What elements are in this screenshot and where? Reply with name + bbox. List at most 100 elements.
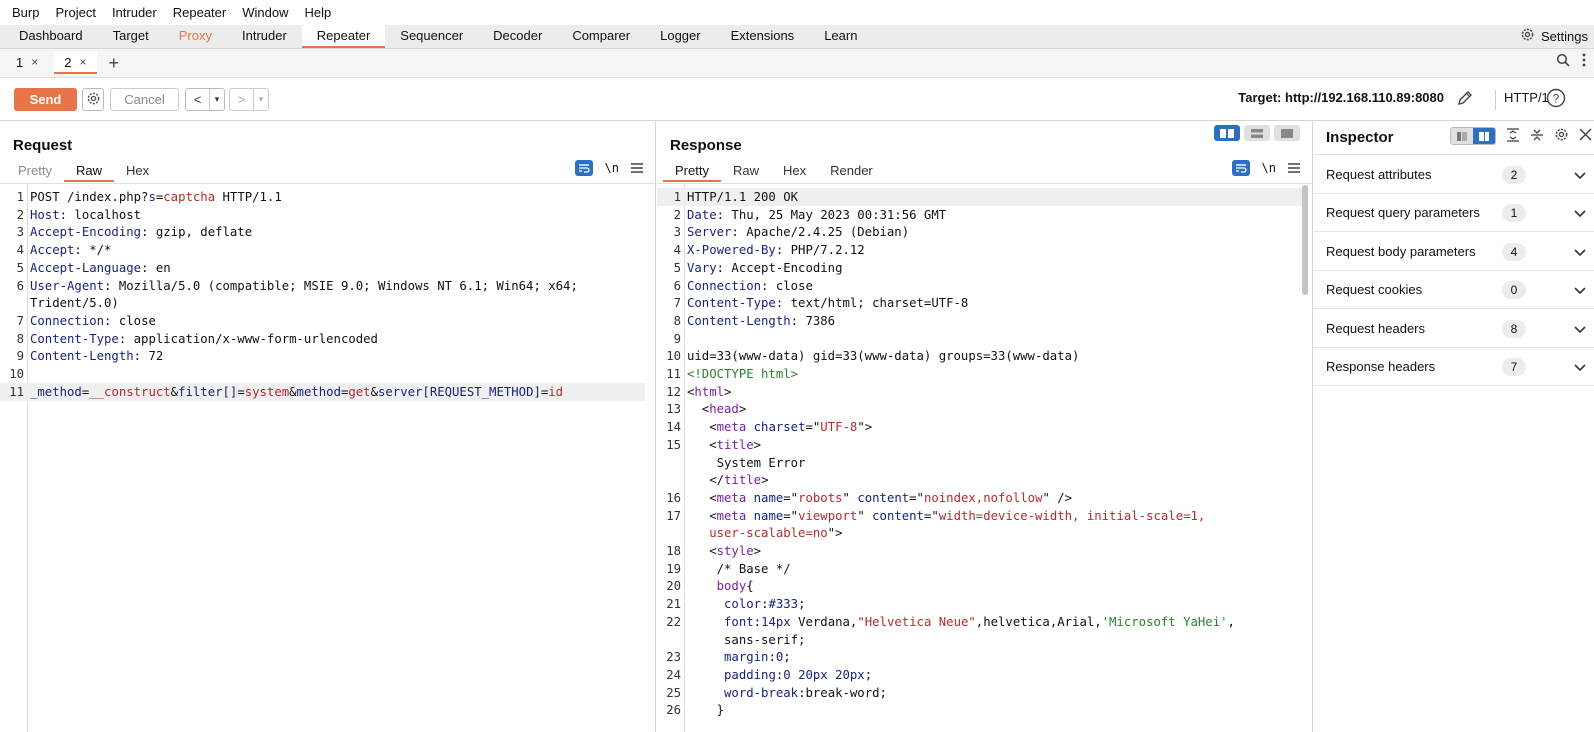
request-tab-hex[interactable]: Hex <box>114 160 161 182</box>
code-token: : close <box>761 278 813 293</box>
http-version-label[interactable]: HTTP/1 <box>1495 90 1549 110</box>
code-token: < <box>687 544 717 558</box>
code-token: color <box>724 597 762 612</box>
chevron-down-icon[interactable]: ▾ <box>254 89 268 110</box>
more-vertical-icon[interactable] <box>1582 53 1586 70</box>
line-number: 14 <box>666 420 681 435</box>
code-token: filter[] <box>178 384 238 399</box>
tab-comparer[interactable]: Comparer <box>557 25 645 48</box>
collapse-all-icon[interactable] <box>1530 128 1544 145</box>
code-token: HTTP/1.1 200 OK <box>687 190 799 204</box>
code-token: =" <box>909 490 924 505</box>
tab-target[interactable]: Target <box>98 25 164 48</box>
request-editor[interactable]: 1 POST /index.php?s=captcha HTTP/1.1 2 Host… <box>0 183 655 732</box>
menu-repeater[interactable]: Repeater <box>165 0 234 25</box>
code-text: Connection: close <box>687 277 813 295</box>
forward-arrow-icon: > <box>230 89 254 110</box>
list-layout-icon[interactable] <box>1451 128 1473 144</box>
forward-button[interactable]: > ▾ <box>229 88 269 111</box>
code-token: margin <box>724 650 769 665</box>
inspector-tools <box>1450 127 1592 145</box>
response-tab-render[interactable]: Render <box>818 160 885 182</box>
side-by-side-layout-icon[interactable] <box>1214 125 1240 141</box>
send-button[interactable]: Send <box>14 88 77 111</box>
repeater-tab-1[interactable]: 1 × <box>6 52 48 74</box>
add-tab-icon[interactable]: + <box>109 53 120 73</box>
response-tab-hex[interactable]: Hex <box>771 160 818 182</box>
repeater-tab-2[interactable]: 2 × <box>54 52 97 74</box>
help-icon[interactable]: ? <box>1546 88 1566 111</box>
repeater-tabs: 1 × 2 × + <box>0 49 1594 78</box>
chevron-down-icon[interactable] <box>1574 283 1586 298</box>
tab-repeater[interactable]: Repeater <box>301 25 386 48</box>
inspector-section-request-headers[interactable]: Request headers 8 <box>1314 310 1594 348</box>
chevron-down-icon[interactable]: ▾ <box>210 89 224 110</box>
inspector-section-request-cookies[interactable]: Request cookies 0 <box>1314 271 1594 310</box>
settings-button[interactable]: Settings <box>1520 25 1588 47</box>
code-line: 13 <head> <box>657 400 1302 418</box>
menu-project[interactable]: Project <box>47 0 103 25</box>
expand-all-icon[interactable] <box>1506 127 1520 145</box>
tab-intruder[interactable]: Intruder <box>227 25 302 48</box>
show-newlines-button[interactable]: \n <box>1262 161 1276 175</box>
tab-learn[interactable]: Learn <box>809 25 872 48</box>
response-editor[interactable]: 1 HTTP/1.1 200 OK 2 Date: Thu, 25 May 2023 … <box>657 183 1312 732</box>
top-bottom-layout-icon[interactable] <box>1244 125 1270 141</box>
search-icon[interactable] <box>1556 53 1570 70</box>
close-icon[interactable]: × <box>31 55 38 69</box>
close-icon[interactable] <box>1579 128 1592 144</box>
chevron-down-icon[interactable] <box>1574 360 1586 375</box>
count-badge: 0 <box>1502 281 1526 300</box>
menu-icon[interactable] <box>631 161 643 176</box>
request-tab-raw[interactable]: Raw <box>63 160 114 182</box>
tab-proxy[interactable]: Proxy <box>164 25 227 48</box>
inspector-section-request-query-parameters[interactable]: Request query parameters 1 <box>1314 194 1594 233</box>
tab-dashboard[interactable]: Dashboard <box>4 25 98 48</box>
inspector-section-request-body-parameters[interactable]: Request body parameters 4 <box>1314 233 1594 271</box>
send-options-button[interactable] <box>82 88 104 111</box>
tabs-layout-icon[interactable] <box>1274 125 1300 141</box>
panel-layout-icon[interactable] <box>1473 128 1495 144</box>
inspector-section-request-attributes[interactable]: Request attributes 2 <box>1314 156 1594 194</box>
tab-decoder[interactable]: Decoder <box>478 25 557 48</box>
cancel-button[interactable]: Cancel <box>110 88 179 111</box>
inspector-layout-toggle[interactable] <box>1450 127 1496 145</box>
menu-burp[interactable]: Burp <box>4 0 47 25</box>
menu-intruder[interactable]: Intruder <box>104 0 165 25</box>
back-button[interactable]: < ▾ <box>185 88 225 111</box>
code-line: 1 HTTP/1.1 200 OK <box>657 188 1302 206</box>
show-newlines-button[interactable]: \n <box>605 161 619 175</box>
tab-logger[interactable]: Logger <box>645 25 715 48</box>
response-tab-pretty[interactable]: Pretty <box>663 160 721 182</box>
line-number: 2 <box>673 207 681 222</box>
code-token: < <box>687 490 717 505</box>
menu-help[interactable]: Help <box>296 0 339 25</box>
close-icon[interactable]: × <box>79 55 86 69</box>
menu-icon[interactable] <box>1288 161 1300 176</box>
tab-sequencer[interactable]: Sequencer <box>385 25 478 48</box>
menu-window[interactable]: Window <box>234 0 296 25</box>
chevron-down-icon[interactable] <box>1574 322 1586 337</box>
response-tab-raw[interactable]: Raw <box>721 160 771 182</box>
edit-target-icon[interactable] <box>1456 89 1474 110</box>
wrap-lines-icon[interactable] <box>1231 160 1250 176</box>
wrap-lines-icon[interactable] <box>574 160 593 176</box>
tab-extensions[interactable]: Extensions <box>716 25 810 48</box>
code-text: Connection: close <box>30 312 156 330</box>
inspector-section-response-headers[interactable]: Response headers 7 <box>1314 348 1594 386</box>
code-line: 4 Accept: */* <box>0 241 645 259</box>
code-text: <head> <box>687 400 746 418</box>
line-number: 16 <box>666 490 681 505</box>
code-token: : application/x-www-form-urlencoded <box>118 331 378 346</box>
scrollbar-thumb[interactable] <box>1302 185 1308 295</box>
code-token: sans-serif; <box>687 632 806 647</box>
code-token: Trident/5.0) <box>30 296 119 311</box>
gear-icon[interactable] <box>1554 127 1569 145</box>
code-line: 20 body{ <box>657 577 1302 595</box>
request-tab-pretty[interactable]: Pretty <box>6 160 64 182</box>
count-badge: 1 <box>1502 204 1526 223</box>
chevron-down-icon[interactable] <box>1574 245 1586 260</box>
inspector-pane: Inspector Request attributes 2 Request que… <box>1314 121 1594 732</box>
chevron-down-icon[interactable] <box>1574 168 1586 183</box>
chevron-down-icon[interactable] <box>1574 206 1586 221</box>
